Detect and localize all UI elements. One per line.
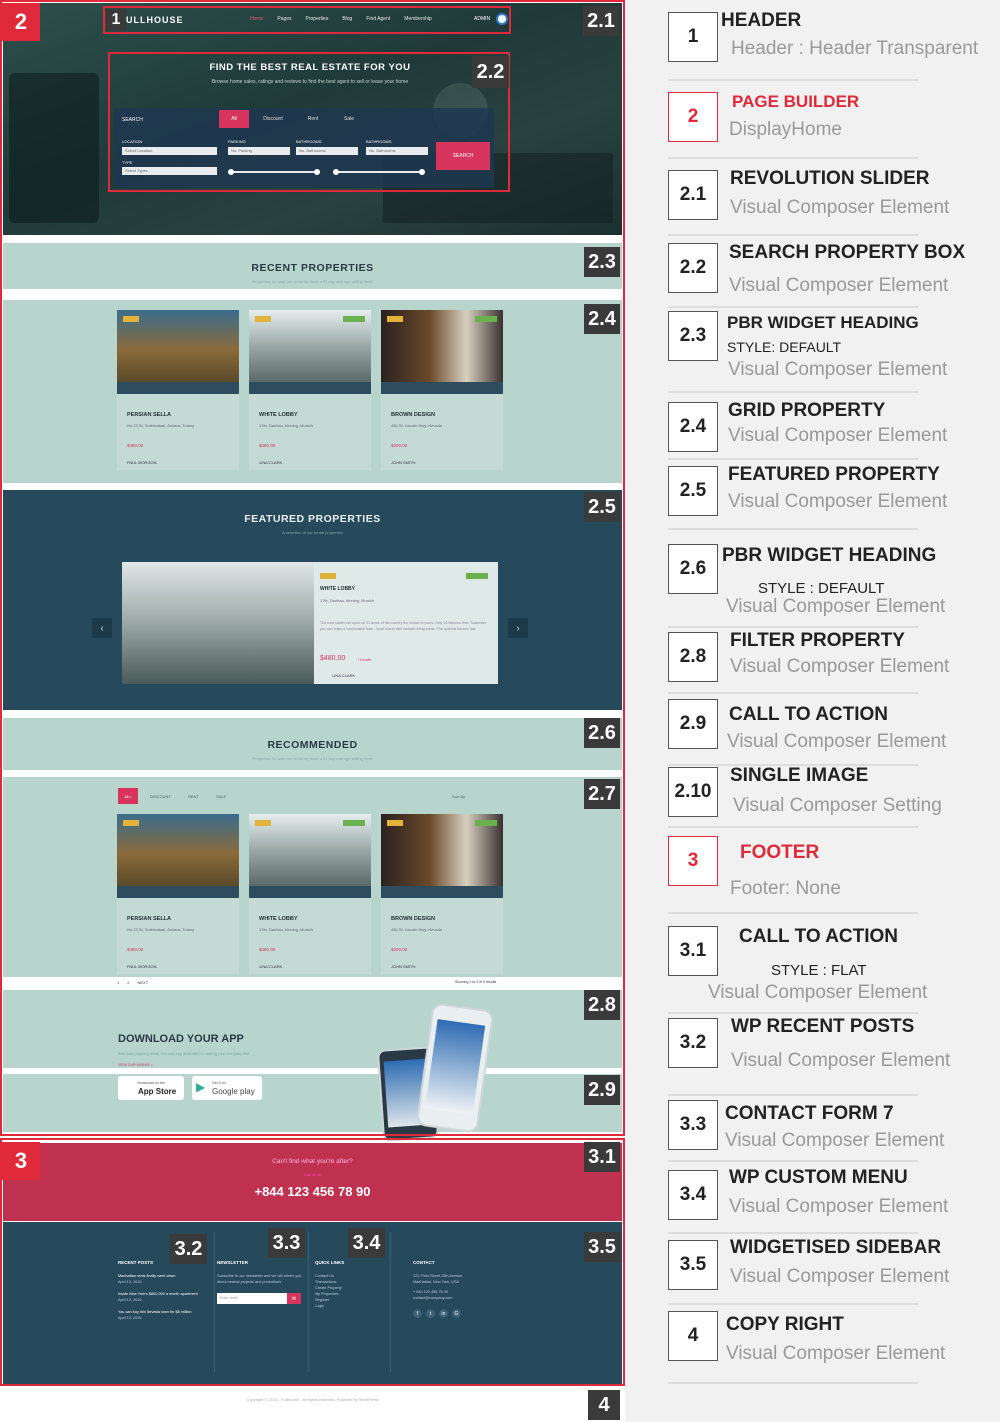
legend-separator — [668, 306, 918, 308]
legend-separator — [668, 528, 918, 530]
legend-subtitle: Visual Composer Element — [728, 491, 948, 512]
legend-subtitle: Visual Composer Element — [730, 1266, 950, 1287]
legend-number: 2.6 — [668, 544, 718, 594]
legend-subtitle: Visual Composer Element — [729, 275, 949, 296]
legend-number: 1 — [668, 12, 718, 62]
marker-3-1: 3.1 — [584, 1142, 620, 1172]
legend-title: CONTACT FORM 7 — [725, 1103, 894, 1124]
marker-3-4: 3.4 — [348, 1228, 385, 1258]
legend-title: PAGE BUILDER — [732, 92, 860, 111]
legend-separator — [668, 458, 918, 460]
legend-style: STYLE: DEFAULT — [727, 339, 842, 355]
legend-subtitle: DisplayHome — [729, 119, 842, 140]
marker-2-7: 2.7 — [584, 779, 620, 809]
marker-2: 2 — [2, 3, 40, 41]
legend-subtitle: Visual Composer Element — [731, 1050, 951, 1071]
legend-subtitle: Visual Composer Element — [728, 425, 948, 446]
legend-separator — [668, 1012, 918, 1014]
legend-separator — [668, 79, 918, 81]
legend-separator — [668, 1303, 918, 1305]
legend-title: COPY RIGHT — [726, 1314, 844, 1335]
legend-title: HEADER — [721, 10, 802, 31]
legend-title: PBR WIDGET HEADING — [722, 545, 937, 566]
legend-subtitle: Visual Composer Element — [727, 731, 947, 752]
legend-number: 2.10 — [668, 767, 718, 817]
legend-title: PBR WIDGET HEADING — [727, 313, 919, 332]
copyright-text: Copyright © 2016 - FullHouse - All right… — [246, 1397, 379, 1402]
legend-separator — [668, 157, 918, 159]
legend-number: 3.1 — [668, 926, 718, 976]
legend-subtitle: Visual Composer Element — [726, 596, 946, 617]
legend-number: 2.2 — [668, 243, 718, 293]
legend-title: WP CUSTOM MENU — [729, 1167, 908, 1188]
legend-title: FILTER PROPERTY — [730, 630, 905, 651]
legend-subtitle: Visual Composer Element — [729, 1196, 949, 1217]
legend-style: STYLE : FLAT — [771, 962, 867, 979]
legend-number: 2.5 — [668, 466, 718, 516]
legend-title: REVOLUTION SLIDER — [730, 168, 930, 189]
legend-subtitle: Header : Header Transparent — [731, 38, 979, 59]
legend-subtitle: Visual Composer Element — [725, 1130, 945, 1151]
legend-subtitle: Visual Composer Element — [726, 1343, 946, 1364]
marker-3: 3 — [2, 1142, 40, 1180]
legend-subtitle: Visual Composer Element — [730, 197, 950, 218]
legend-separator — [668, 1094, 918, 1096]
legend-separator — [668, 1160, 918, 1162]
marker-2-1: 2.1 — [583, 6, 619, 36]
legend-number: 4 — [668, 1311, 718, 1361]
legend-title: CALL TO ACTION — [739, 926, 899, 947]
marker-3-5: 3.5 — [584, 1232, 620, 1262]
legend-style: STYLE : DEFAULT — [758, 580, 885, 597]
legend-number: 2 — [668, 92, 718, 142]
legend-number: 3.5 — [668, 1240, 718, 1290]
legend-panel: 1 HEADER Header : Header Transparent 2 P… — [625, 0, 1000, 1422]
legend-separator — [668, 826, 918, 828]
legend-number: 3.2 — [668, 1018, 718, 1068]
copyright-bar — [3, 1385, 622, 1422]
legend-title: FEATURED PROPERTY — [728, 464, 940, 485]
legend-number: 2.9 — [668, 699, 718, 749]
legend-title: GRID PROPERTY — [728, 400, 886, 421]
legend-subtitle: Visual Composer Setting — [733, 795, 942, 816]
marker-3-2: 3.2 — [170, 1234, 207, 1264]
legend-subtitle: Footer: None — [730, 878, 841, 899]
legend-separator — [668, 626, 918, 628]
legend-title: WIDGETISED SIDEBAR — [730, 1237, 942, 1258]
legend-separator — [668, 1382, 918, 1384]
legend-separator — [668, 1232, 918, 1234]
page-builder-frame — [0, 0, 625, 1136]
marker-2-4: 2.4 — [584, 304, 620, 334]
marker-2-5: 2.5 — [584, 492, 620, 522]
legend-title: FOOTER — [740, 842, 820, 863]
legend-title: SEARCH PROPERTY BOX — [729, 242, 966, 263]
legend-subtitle: Visual Composer Element — [730, 656, 950, 677]
marker-2-9: 2.9 — [584, 1075, 620, 1105]
legend-number: 2.1 — [668, 170, 718, 220]
legend-number: 3.4 — [668, 1170, 718, 1220]
legend-subtitle: Visual Composer Element — [728, 359, 948, 380]
marker-3-3: 3.3 — [268, 1228, 305, 1258]
legend-number: 3.3 — [668, 1100, 718, 1150]
marker-2-3: 2.3 — [584, 247, 620, 277]
annotated-screenshot: 1 ULLHOUSE Home Pages Properties Blog Fi… — [0, 0, 625, 1422]
legend-number: 2.8 — [668, 632, 718, 682]
footer-frame — [0, 1138, 625, 1386]
marker-4: 4 — [588, 1390, 620, 1420]
legend-separator — [668, 234, 918, 236]
legend-number: 2.4 — [668, 402, 718, 452]
legend-title: CALL TO ACTION — [729, 704, 889, 725]
legend-number: 3 — [668, 836, 718, 886]
legend-number: 2.3 — [668, 311, 718, 361]
legend-subtitle: Visual Composer Element — [708, 982, 928, 1003]
legend-separator — [668, 391, 918, 393]
legend-title: WP RECENT POSTS — [731, 1016, 915, 1037]
legend-separator — [668, 692, 918, 694]
marker-2-2: 2.2 — [472, 56, 509, 88]
legend-separator — [668, 912, 918, 914]
marker-2-8: 2.8 — [584, 990, 620, 1020]
legend-title: SINGLE IMAGE — [730, 765, 869, 786]
marker-2-6: 2.6 — [584, 718, 620, 748]
